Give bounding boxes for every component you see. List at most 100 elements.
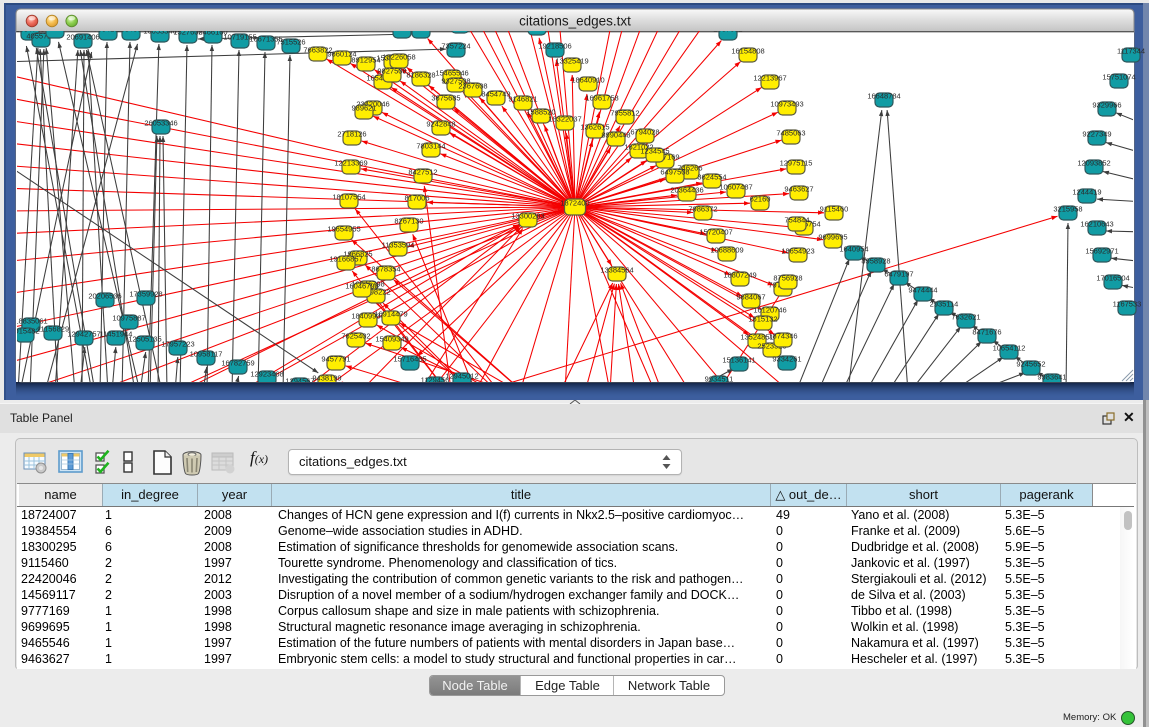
svg-text:18654923: 18654923 [781,247,814,256]
svg-text:16914479: 16914479 [374,310,407,319]
svg-text:1640954: 1640954 [839,245,868,254]
svg-text:9474444: 9474444 [908,286,937,295]
svg-text:15716485: 15716485 [393,355,426,364]
svg-text:8186328: 8186328 [406,71,435,80]
svg-text:9115460: 9115460 [820,205,849,214]
svg-text:12213967: 12213967 [753,74,786,83]
svg-text:9245652: 9245652 [1016,360,1045,369]
svg-text:9334261: 9334261 [772,355,801,364]
svg-text:10975887: 10975887 [112,314,145,323]
svg-text:16154808: 16154808 [731,47,764,56]
svg-text:18807249: 18807249 [723,271,756,280]
svg-text:16210643: 16210643 [1080,220,1113,229]
svg-text:2718126: 2718126 [337,130,366,139]
svg-text:1117344: 1117344 [1117,47,1145,56]
svg-text:18322037: 18322037 [548,115,581,124]
svg-text:12505135: 12505135 [128,335,161,344]
svg-text:19218506: 19218506 [538,42,571,51]
svg-text:6479197: 6479197 [884,270,913,279]
svg-text:1167533: 1167533 [1113,300,1142,309]
svg-text:754844: 754844 [784,216,809,225]
svg-text:9463627: 9463627 [784,185,813,194]
svg-text:3675685: 3675685 [431,94,460,103]
svg-text:12213369: 12213369 [334,159,367,168]
svg-text:15136141: 15136141 [722,356,755,365]
svg-text:26053346: 26053346 [144,119,177,128]
svg-text:7632621: 7632621 [951,313,980,322]
svg-text:9827508: 9827508 [377,67,406,76]
svg-text:13226058: 13226058 [382,53,415,62]
svg-text:13325419: 13325419 [555,57,588,66]
svg-text:7803144: 7803144 [416,142,445,151]
svg-text:62160: 62160 [750,195,771,204]
svg-text:9329966: 9329966 [1092,101,1121,110]
svg-text:9457791: 9457791 [321,355,350,364]
svg-text:7515526: 7515526 [276,38,305,47]
svg-text:989621: 989621 [351,104,376,113]
svg-text:7986372: 7986372 [688,205,717,214]
svg-text:9227349: 9227349 [1082,130,1111,139]
svg-text:1615132: 1615132 [748,315,777,324]
svg-text:1872400: 1872400 [560,199,589,208]
svg-text:7955812: 7955812 [610,109,639,118]
svg-text:8454749: 8454749 [481,90,510,99]
svg-text:12942757: 12942757 [67,330,100,339]
svg-text:15720407: 15720407 [699,228,732,237]
svg-text:3624554: 3624554 [697,173,726,182]
svg-text:8267130: 8267130 [394,217,423,226]
svg-text:817006: 817006 [404,194,429,203]
svg-text:12923468: 12923468 [250,370,283,379]
svg-text:6794028: 6794028 [630,128,659,137]
svg-text:8427512: 8427512 [408,168,437,177]
svg-text:9699695: 9699695 [818,233,847,242]
svg-text:12945012: 12945012 [445,372,478,381]
svg-text:19166857: 19166857 [329,255,362,264]
svg-text:1234545: 1234545 [640,147,669,156]
svg-text:16648784: 16648784 [867,92,900,101]
svg-text:8471676: 8471676 [972,328,1001,337]
svg-text:10654112: 10654112 [993,344,1026,353]
svg-text:12093852: 12093852 [1077,159,1110,168]
svg-text:20206536: 20206536 [88,292,121,301]
svg-text:17957223: 17957223 [161,340,194,349]
svg-text:1244419: 1244419 [1072,188,1101,197]
svg-text:19654955: 19654955 [327,225,360,234]
svg-text:16120746: 16120746 [753,306,786,315]
svg-text:15751074: 15751074 [1102,73,1135,82]
svg-text:16961758: 16961758 [585,94,618,103]
svg-text:16046798: 16046798 [345,282,378,291]
svg-text:17016504: 17016504 [1096,274,1129,283]
svg-text:13300283: 13300283 [511,212,544,221]
svg-text:2935114: 2935114 [930,300,959,309]
svg-text:10688609: 10688609 [710,246,743,255]
svg-text:9146821: 9146821 [508,95,537,104]
svg-text:8958928: 8958928 [861,257,890,266]
svg-text:20364436: 20364436 [670,186,703,195]
svg-text:7625402: 7625402 [341,332,370,341]
svg-text:10607487: 10607487 [719,183,752,192]
svg-text:12975115: 12975115 [780,159,813,168]
svg-text:16782759: 16782759 [221,359,254,368]
svg-text:1874346: 1874346 [768,332,797,341]
svg-text:9983641: 9983641 [1037,373,1066,382]
svg-text:15409349: 15409349 [375,335,408,344]
svg-text:11156829: 11156829 [37,325,69,334]
svg-text:20691406: 20691406 [66,33,99,42]
svg-text:10973493: 10973493 [770,100,803,109]
svg-text:13384564: 13384564 [600,266,633,275]
svg-text:18107554: 18107554 [332,193,365,202]
svg-text:6497508: 6497508 [660,168,689,177]
svg-text:10958117: 10958117 [190,350,223,359]
svg-text:8678354: 8678354 [371,265,400,274]
svg-text:18640910: 18640910 [571,76,604,85]
svg-text:9684067: 9684067 [736,293,765,302]
svg-text:15692971: 15692971 [1085,247,1118,256]
svg-text:17359928: 17359928 [129,290,162,299]
svg-text:8990448: 8990448 [601,131,630,140]
svg-text:3215958: 3215958 [1053,205,1082,214]
svg-text:citations_edges.txt: citations_edges.txt [519,14,631,29]
svg-text:11353594: 11353594 [382,241,415,250]
svg-text:9438199: 9438199 [312,374,341,383]
svg-text:9242848: 9242848 [426,120,455,129]
svg-text:8756928: 8756928 [773,274,802,283]
